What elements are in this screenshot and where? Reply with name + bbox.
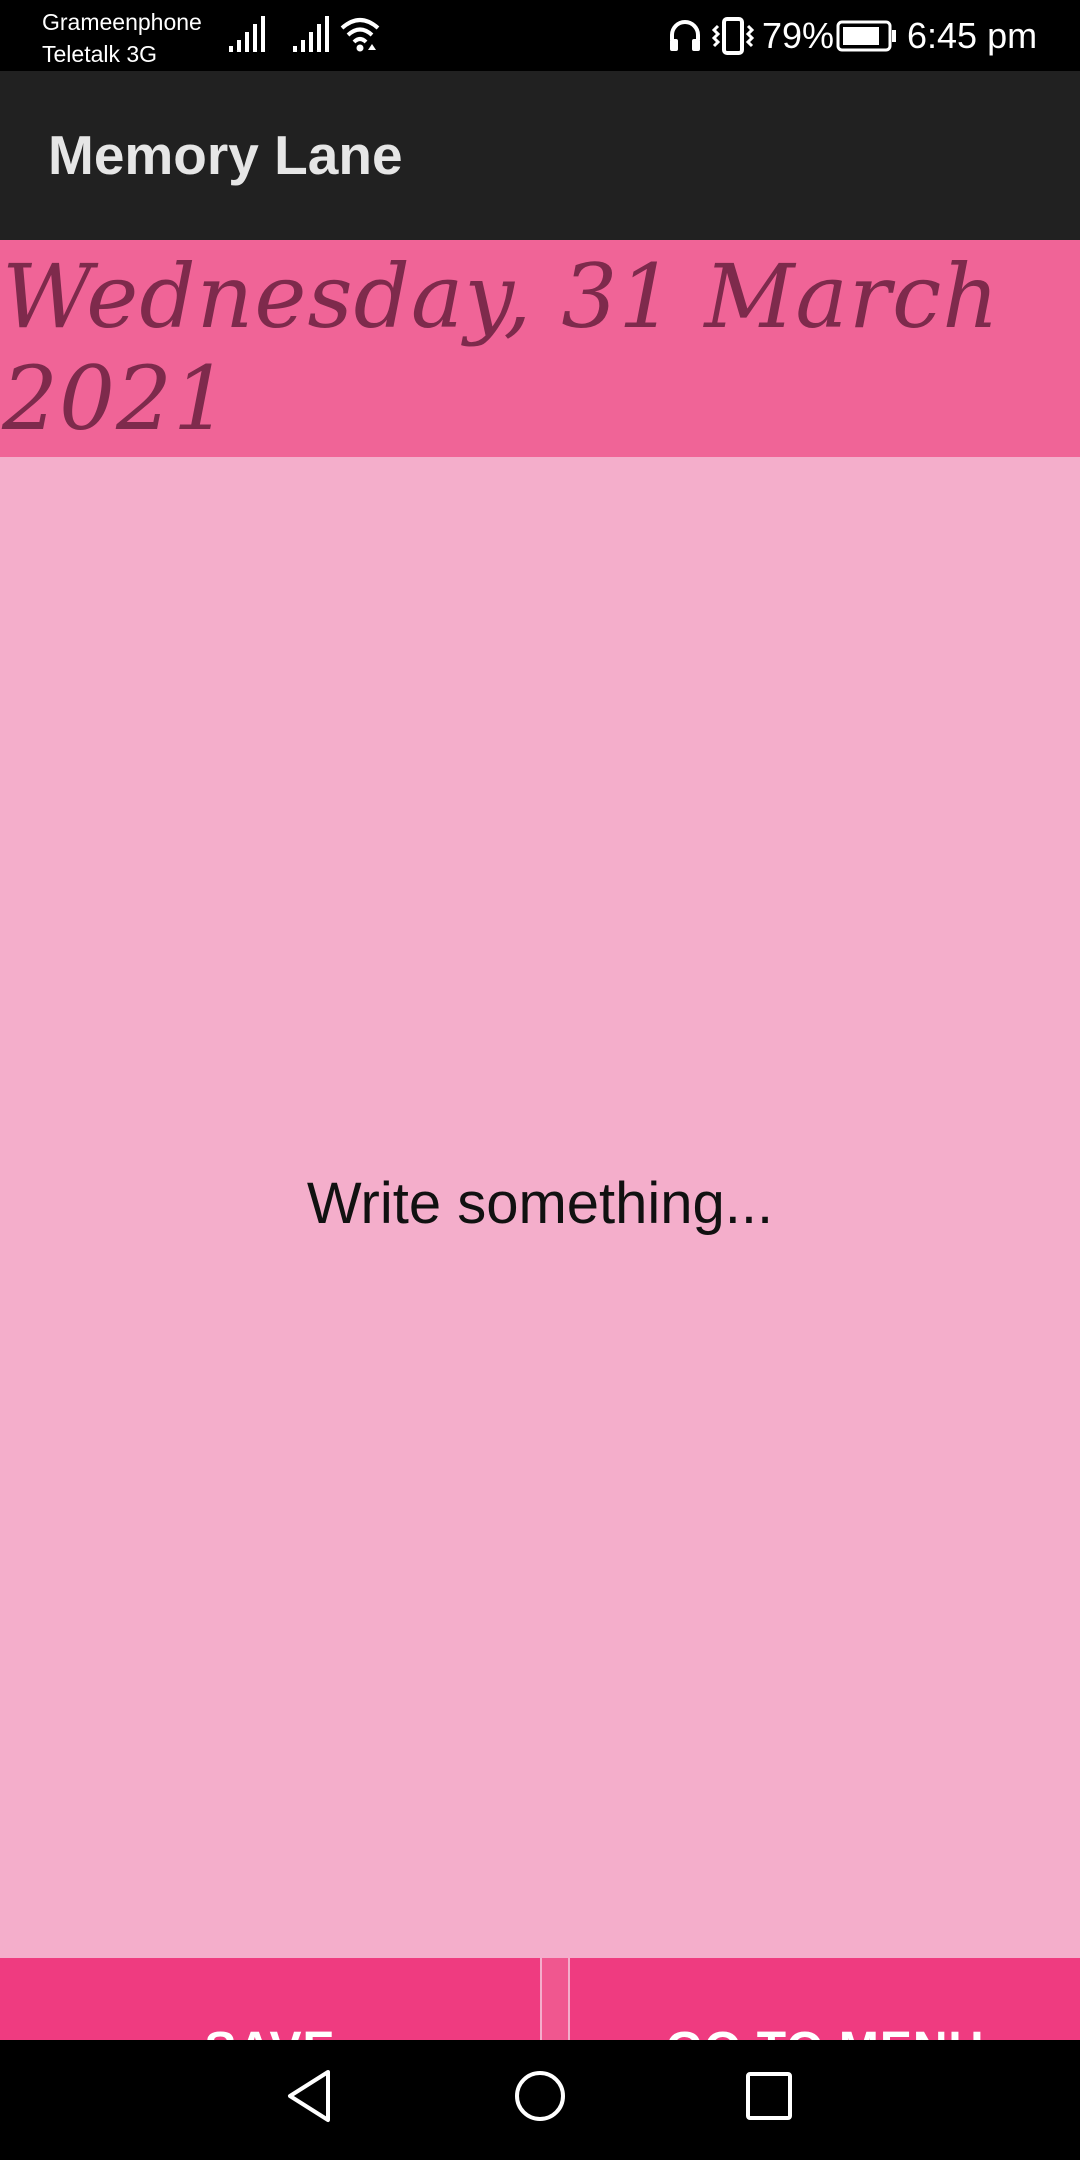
recents-icon[interactable]	[744, 2068, 794, 2124]
battery-icon	[836, 20, 896, 52]
date-header: Wednesday, 31 March 2021	[0, 240, 1080, 457]
navigation-bar	[0, 2040, 1080, 2160]
button-divider-inner	[542, 1958, 568, 2040]
headset-icon	[670, 20, 700, 51]
carrier-name-primary: Grameenphone	[42, 9, 202, 35]
back-icon[interactable]	[284, 2068, 336, 2124]
save-button-label: SAVE	[0, 2022, 540, 2040]
signal-icon	[229, 16, 265, 52]
app-title: Memory Lane	[48, 124, 403, 186]
go-to-menu-button-label: GO TO MENU	[570, 2022, 1080, 2040]
battery-percent: 79%	[762, 15, 835, 56]
vibrate-icon	[711, 17, 755, 55]
entry-placeholder: Write something...	[306, 1171, 774, 1236]
entry-date: Wednesday, 31 March 2021	[2, 245, 1000, 450]
home-icon[interactable]	[512, 2068, 568, 2124]
carrier-info: Grameenphone Teletalk 3G	[42, 6, 202, 70]
go-to-menu-button[interactable]: GO TO MENU	[570, 1958, 1080, 2040]
save-button[interactable]: SAVE	[0, 1958, 540, 2040]
carrier-name-secondary: Teletalk 3G	[42, 41, 158, 67]
signal-icon	[293, 16, 329, 52]
status-bar: Grameenphone Teletalk 3G 79% 6:45 pm	[0, 0, 1080, 71]
app-bar: Memory Lane	[0, 71, 1080, 240]
wifi-icon	[340, 18, 380, 52]
clock: 6:45 pm	[907, 15, 1038, 56]
